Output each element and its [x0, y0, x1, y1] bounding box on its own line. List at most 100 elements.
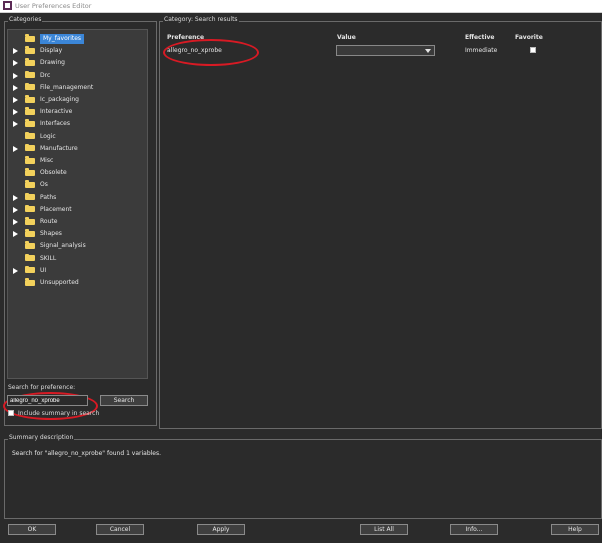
- tree-item-label: SKILL: [40, 254, 57, 262]
- tree-item-label: My_favorites: [40, 34, 85, 44]
- expand-arrow-icon[interactable]: [13, 267, 18, 274]
- folder-icon: [25, 265, 35, 274]
- app-icon: [3, 1, 12, 10]
- tree-item-drawing[interactable]: Drawing: [8, 57, 147, 69]
- tree-item-label: Logic: [40, 132, 56, 140]
- expand-arrow-icon[interactable]: [13, 109, 18, 116]
- category-label: Category:: [164, 16, 193, 23]
- expand-arrow-icon[interactable]: [13, 84, 18, 91]
- tree-item-label: Interfaces: [40, 120, 70, 128]
- search-button[interactable]: Search: [100, 395, 148, 406]
- tree-item-ic_packaging[interactable]: Ic_packaging: [8, 94, 147, 106]
- summary-label: Summary description: [8, 434, 75, 441]
- results-frame: [159, 21, 602, 429]
- folder-icon: [25, 58, 35, 66]
- folder-icon: [25, 180, 35, 188]
- tree-item-label: Display: [40, 47, 63, 55]
- categories-tree[interactable]: My_favorites Display Drawing Drc File_manage…: [7, 29, 148, 379]
- folder-icon: [25, 82, 35, 91]
- expand-arrow-icon[interactable]: [13, 206, 18, 213]
- tree-item-label: Unsupported: [40, 279, 79, 286]
- tree-item-signal_analysis[interactable]: Signal_analysis: [8, 240, 147, 252]
- tree-item-interactive[interactable]: Interactive: [8, 106, 147, 118]
- tree-item-obsolete[interactable]: Obsolete: [8, 167, 147, 179]
- tree-item-label: UI: [40, 266, 47, 274]
- folder-icon: [25, 107, 35, 115]
- tree-item-ui[interactable]: UI: [8, 265, 147, 277]
- tree-item-label: Route: [40, 218, 58, 225]
- tree-item-label: Manufacture: [40, 144, 78, 152]
- include-summary-checkbox[interactable]: [8, 410, 14, 416]
- tree-item-label: Drawing: [40, 59, 65, 67]
- folder-icon: [25, 70, 35, 79]
- folder-icon: [25, 46, 35, 54]
- folder-icon: [25, 253, 35, 262]
- tree-item-placement[interactable]: Placement: [8, 204, 147, 216]
- category-header: Category: Search results: [163, 16, 239, 23]
- folder-icon: [25, 204, 35, 213]
- expand-arrow-icon[interactable]: [13, 72, 18, 79]
- tree-item-drc[interactable]: Drc: [8, 70, 147, 82]
- expand-arrow-icon[interactable]: [13, 121, 18, 128]
- tree-item-logic[interactable]: Logic: [8, 131, 147, 143]
- expand-arrow-icon[interactable]: [13, 145, 18, 152]
- result-favorite-checkbox[interactable]: [530, 47, 536, 53]
- tree-item-shapes[interactable]: Shapes: [8, 228, 147, 240]
- apply-button[interactable]: Apply: [197, 524, 245, 535]
- tree-item-label: Placement: [40, 205, 72, 213]
- search-input[interactable]: [7, 395, 88, 406]
- cancel-button[interactable]: Cancel: [96, 524, 144, 535]
- tree-item-interfaces[interactable]: Interfaces: [8, 118, 147, 130]
- expand-arrow-icon[interactable]: [13, 48, 18, 55]
- folder-icon: [25, 229, 35, 237]
- title-bar: User Preferences Editor: [0, 0, 602, 13]
- folder-icon: [25, 192, 35, 201]
- folder-icon: [25, 168, 35, 176]
- expand-arrow-icon[interactable]: [13, 231, 18, 238]
- result-preference[interactable]: allegro_no_xprobe: [167, 47, 222, 54]
- tree-item-label: Shapes: [40, 230, 62, 238]
- expand-arrow-icon[interactable]: [13, 219, 18, 225]
- tree-item-unsupported[interactable]: Unsupported: [8, 277, 147, 289]
- column-effective: Effective: [465, 34, 495, 41]
- help-button[interactable]: Help: [551, 524, 599, 535]
- tree-item-display[interactable]: Display: [8, 45, 147, 57]
- result-effective: Immediate: [465, 47, 498, 54]
- window-title: User Preferences Editor: [15, 2, 92, 10]
- expand-arrow-icon[interactable]: [13, 60, 18, 67]
- folder-icon: [25, 131, 35, 140]
- folder-icon: [25, 95, 35, 103]
- tree-item-label: Drc: [40, 71, 51, 79]
- tree-item-my_favorites[interactable]: My_favorites: [8, 33, 147, 45]
- column-favorite: Favorite: [515, 34, 543, 41]
- folder-icon: [25, 119, 35, 127]
- categories-label: Categories: [8, 16, 43, 23]
- expand-arrow-icon[interactable]: [13, 194, 18, 201]
- tree-item-misc[interactable]: Misc: [8, 155, 147, 167]
- folder-icon: [25, 156, 35, 164]
- tree-item-label: Ic_packaging: [40, 96, 79, 103]
- tree-item-skill[interactable]: SKILL: [8, 253, 147, 265]
- tree-item-label: Misc: [40, 157, 54, 164]
- column-value: Value: [337, 34, 356, 41]
- include-summary-label: Include summary in search: [18, 410, 100, 417]
- folder-icon: [25, 34, 35, 42]
- tree-item-file_management[interactable]: File_management: [8, 82, 147, 94]
- list-all-button[interactable]: List All: [360, 524, 408, 535]
- tree-item-label: Paths: [40, 193, 57, 201]
- ok-button[interactable]: OK: [8, 524, 56, 535]
- category-value: Search results: [194, 16, 238, 23]
- folder-icon: [25, 143, 35, 152]
- search-label: Search for preference:: [8, 384, 76, 391]
- tree-item-paths[interactable]: Paths: [8, 192, 147, 204]
- tree-item-label: Obsolete: [40, 169, 67, 177]
- tree-item-label: Signal_analysis: [40, 242, 86, 250]
- tree-item-manufacture[interactable]: Manufacture: [8, 143, 147, 155]
- info-button[interactable]: Info...: [450, 524, 498, 535]
- tree-item-os[interactable]: Os: [8, 179, 147, 191]
- tree-item-label: File_management: [40, 83, 94, 91]
- expand-arrow-icon[interactable]: [13, 97, 18, 103]
- summary-text: Search for "allegro_no_xprobe" found 1 v…: [12, 450, 162, 457]
- result-value-dropdown[interactable]: [336, 45, 435, 56]
- tree-item-route[interactable]: Route: [8, 216, 147, 228]
